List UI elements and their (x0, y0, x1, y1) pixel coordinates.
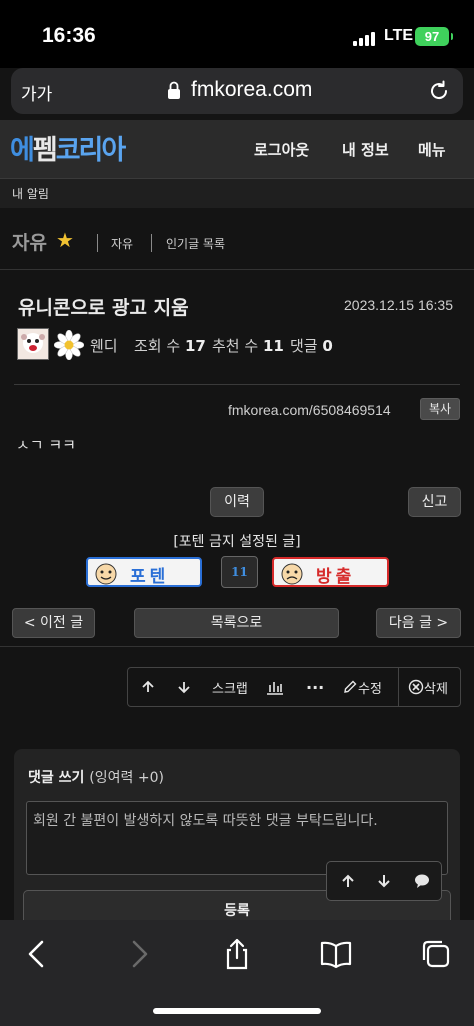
divider (97, 234, 98, 252)
stats-icon[interactable] (266, 668, 284, 706)
post-author[interactable]: 웬디 (90, 335, 118, 356)
view-count: 조회 수 17 (134, 337, 206, 355)
board-title[interactable]: 자유 (12, 228, 47, 255)
bookmarks-icon[interactable] (320, 938, 352, 970)
board-link-free[interactable]: 자유 (111, 235, 133, 252)
vote-score: 11 (221, 556, 258, 588)
scroll-down-icon[interactable] (176, 668, 192, 706)
next-post-button[interactable]: 다음 글 > (376, 608, 461, 638)
logout-link[interactable]: 로그아웃 (254, 139, 309, 160)
site-header: 에펨코리아 로그아웃 내 정보 메뉴 (0, 120, 474, 178)
restriction-notice: [포텐 금지 설정된 글] (173, 534, 301, 550)
board-header: 자유 ★ 자유 인기글 목록 (0, 216, 474, 270)
report-button[interactable]: 신고 (408, 487, 461, 517)
delete-icon (408, 679, 424, 695)
short-url[interactable]: fmkorea.com/6508469514 (228, 402, 391, 418)
list-button[interactable]: 목록으로 (134, 608, 339, 638)
upvote-button[interactable]: 포텐 (86, 557, 202, 587)
site-logo[interactable]: 에펨코리아 (10, 128, 126, 167)
history-button[interactable]: 이력 (210, 487, 264, 517)
divider (151, 234, 152, 252)
vote-count: 추천 수 11 (212, 337, 284, 355)
scrap-button[interactable]: 스크랩 (212, 668, 248, 706)
floating-nav (326, 861, 442, 901)
back-icon[interactable] (22, 938, 54, 970)
scroll-down-icon[interactable] (375, 872, 393, 890)
address-bar[interactable]: 가가 fmkorea.com (11, 68, 463, 114)
pencil-icon (344, 680, 357, 693)
downvote-button[interactable]: 방출 (272, 557, 389, 587)
post-toolbar: 스크랩 ··· 수정 삭제 (127, 667, 461, 707)
notification-bar[interactable]: 내 알림 (0, 178, 474, 208)
comment-title: 댓글 쓰기 (잉여력 +0) (28, 770, 164, 786)
forward-icon[interactable] (122, 938, 154, 970)
my-info-link[interactable]: 내 정보 (342, 139, 389, 160)
avatar[interactable] (17, 328, 49, 360)
flower-badge-icon (54, 330, 84, 360)
downvote-label: 방출 (316, 567, 356, 587)
scroll-up-icon[interactable] (339, 872, 357, 890)
share-icon[interactable] (221, 938, 253, 970)
edit-button[interactable]: 수정 (342, 668, 382, 706)
home-indicator (153, 1008, 321, 1014)
network-label: LTE (384, 27, 414, 44)
signal-icon (353, 30, 377, 46)
menu-link[interactable]: 메뉴 (418, 139, 446, 160)
lock-icon (168, 81, 180, 99)
post-body: ㅅㄱ ㅋㅋ (16, 436, 76, 454)
notification-label[interactable]: 내 알림 (12, 185, 49, 202)
comment-icon[interactable] (413, 872, 431, 890)
star-icon[interactable]: ★ (56, 228, 74, 252)
post-date: 2023.12.15 16:35 (344, 297, 453, 313)
tabs-icon[interactable] (420, 938, 452, 970)
clock: 16:36 (42, 24, 96, 47)
delete-button[interactable]: 삭제 (408, 668, 448, 706)
upvote-label: 포텐 (130, 567, 170, 587)
status-bar: 16:36 LTE 97 (0, 0, 474, 68)
prev-post-button[interactable]: < 이전 글 (12, 608, 95, 638)
face-icon (95, 563, 117, 585)
battery-icon: 97 (415, 27, 453, 46)
more-icon[interactable]: ··· (306, 668, 324, 706)
divider (398, 668, 399, 706)
copy-button[interactable]: 복사 (420, 398, 460, 420)
text-size-button[interactable]: 가가 (21, 80, 52, 105)
board-link-popular[interactable]: 인기글 목록 (166, 235, 225, 252)
comment-section: 댓글 쓰기 (잉여력 +0) 등록 (14, 749, 460, 939)
face-icon (281, 563, 303, 585)
post-title: 유니콘으로 광고 지움 (18, 297, 189, 319)
divider (14, 384, 460, 385)
scroll-up-icon[interactable] (140, 668, 156, 706)
reload-icon[interactable] (427, 79, 451, 103)
divider (0, 646, 474, 647)
url-text[interactable]: fmkorea.com (191, 78, 312, 102)
comment-count: 댓글 0 (290, 337, 333, 355)
